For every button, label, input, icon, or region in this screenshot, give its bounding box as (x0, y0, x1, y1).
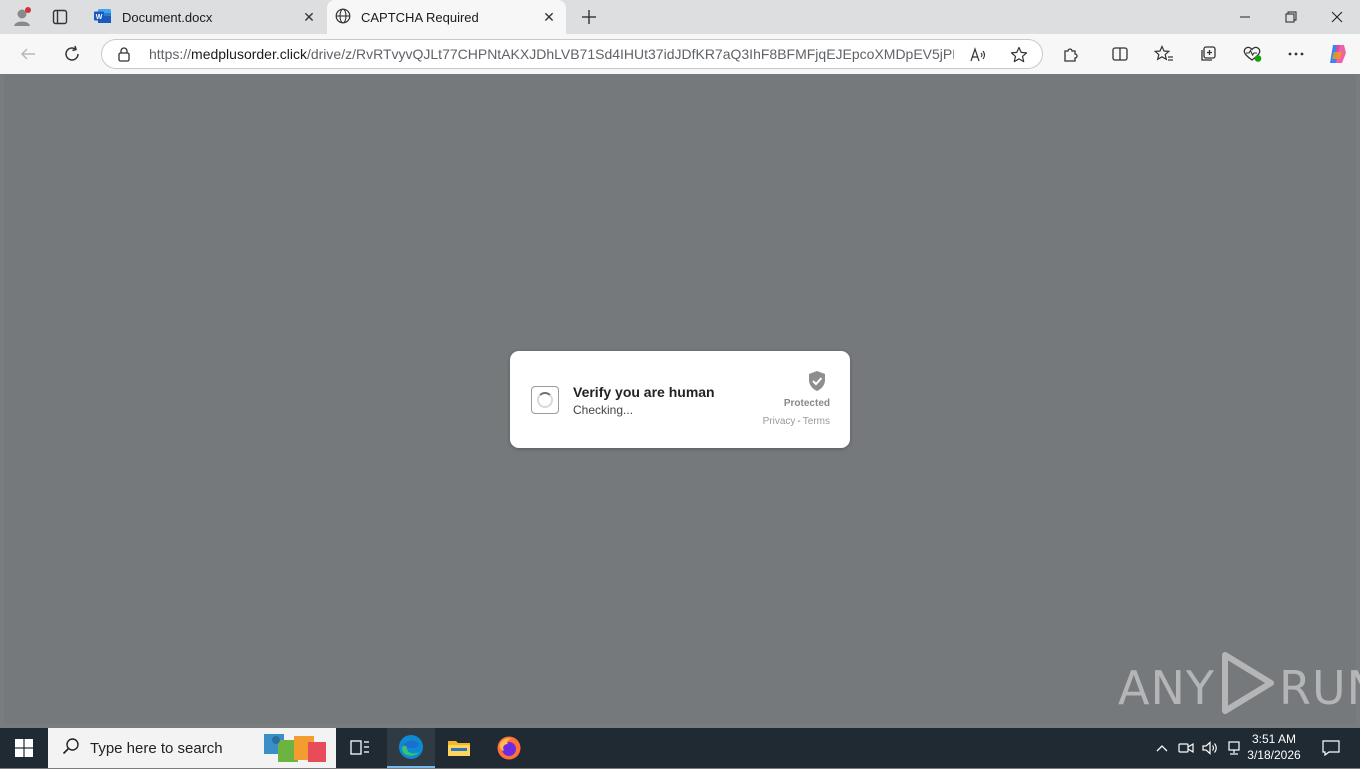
tab-document[interactable]: W Document.docx ✕ (86, 0, 326, 34)
page-content: Verify you are human Checking... Protect… (4, 74, 1356, 724)
tab-captcha[interactable]: CAPTCHA Required ✕ (327, 0, 566, 34)
chevron-up-icon[interactable] (1150, 728, 1174, 768)
notifications-icon[interactable] (1316, 728, 1346, 768)
taskbar-clock[interactable]: 3:51 AM 3/18/2026 (1244, 731, 1304, 763)
refresh-icon[interactable] (57, 39, 87, 69)
tab-title: Document.docx (122, 9, 213, 25)
play-icon (1219, 651, 1275, 726)
anyrun-watermark: ANY RUN (1118, 651, 1360, 720)
read-aloud-icon[interactable] (968, 44, 990, 66)
favorites-icon[interactable] (1149, 39, 1179, 69)
minimize-icon[interactable] (1222, 0, 1268, 34)
tab-title: CAPTCHA Required (361, 9, 479, 25)
network-icon[interactable] (1222, 728, 1246, 768)
edge-taskbar-icon[interactable] (387, 728, 435, 768)
captcha-widget: Verify you are human Checking... Protect… (510, 351, 850, 448)
link-separator: - (797, 416, 801, 427)
verify-checkbox[interactable] (531, 386, 559, 414)
tab-actions-icon[interactable] (45, 3, 75, 31)
loading-spinner-icon (537, 392, 553, 408)
protected-label: Protected (783, 398, 830, 409)
clock-date: 3/18/2026 (1247, 748, 1301, 762)
back-icon[interactable] (13, 39, 43, 69)
collections-icon[interactable] (1193, 39, 1223, 69)
globe-icon (335, 8, 351, 27)
extensions-icon[interactable] (1056, 39, 1086, 69)
search-placeholder: Type here to search (90, 739, 223, 757)
close-window-icon[interactable] (1314, 0, 1360, 34)
watermark-right: RUN (1278, 661, 1360, 715)
restore-icon[interactable] (1268, 0, 1314, 34)
firefox-icon[interactable] (485, 728, 533, 768)
svg-text:W: W (96, 13, 103, 20)
shield-check-icon (807, 370, 827, 397)
new-tab-icon[interactable] (574, 3, 604, 31)
tab-strip: W Document.docx ✕ CAPTCHA Required ✕ (0, 0, 1360, 34)
privacy-link[interactable]: Privacy (763, 416, 796, 427)
windows-start-icon[interactable] (0, 728, 48, 768)
close-tab-icon[interactable]: ✕ (540, 8, 558, 26)
profile-icon[interactable] (7, 3, 37, 31)
task-view-icon[interactable] (336, 728, 384, 768)
site-info-icon[interactable] (116, 46, 132, 67)
search-icon (62, 737, 80, 760)
copilot-icon[interactable] (1323, 39, 1353, 69)
performance-icon[interactable] (1237, 39, 1267, 69)
search-highlight-puzzle-icon (264, 732, 328, 769)
clock-time: 3:51 AM (1251, 732, 1297, 746)
url-text[interactable]: https://medplusorder.click/drive/z/RvRTv… (149, 46, 954, 62)
taskbar-search-box[interactable]: Type here to search (48, 728, 336, 768)
close-tab-icon[interactable]: ✕ (300, 8, 318, 26)
verify-status: Checking... (573, 403, 634, 417)
taskbar: Type here to search 3:51 AM 3/18/2026 (0, 728, 1360, 768)
word-icon: W (94, 8, 112, 27)
volume-icon[interactable] (1198, 728, 1222, 768)
legal-links: Privacy - Terms (740, 416, 830, 427)
browser-toolbar: https://medplusorder.click/drive/z/RvRTv… (0, 34, 1360, 74)
favorite-star-icon[interactable] (1008, 44, 1030, 66)
more-options-icon[interactable] (1281, 39, 1311, 69)
address-bar[interactable]: https://medplusorder.click/drive/z/RvRTv… (101, 39, 1043, 69)
split-screen-icon[interactable] (1105, 39, 1135, 69)
terms-link[interactable]: Terms (803, 416, 830, 427)
file-explorer-icon[interactable] (435, 728, 483, 768)
watermark-left: ANY (1118, 661, 1215, 715)
verify-title: Verify you are human (573, 384, 715, 400)
system-tray (1150, 728, 1246, 768)
meet-now-icon[interactable] (1174, 728, 1198, 768)
